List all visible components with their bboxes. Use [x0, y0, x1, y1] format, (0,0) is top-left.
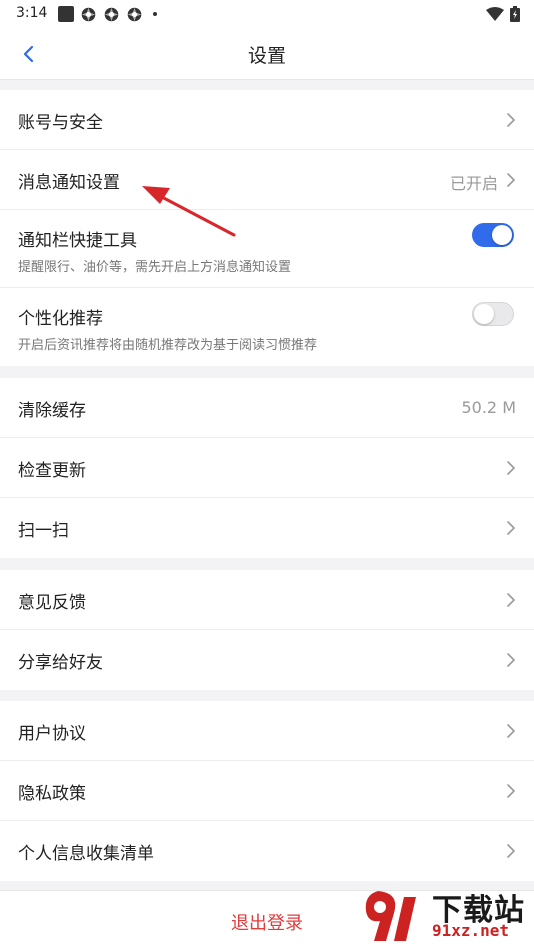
chevron-right-icon	[507, 461, 515, 475]
clear-cache-label: 清除缓存	[18, 401, 86, 421]
notification-settings-value: 已开启	[449, 174, 498, 193]
chevron-right-icon	[507, 521, 515, 535]
status-time: 3:14	[16, 5, 48, 21]
scan-row[interactable]: 扫一扫	[0, 498, 534, 558]
chevron-right-icon	[507, 113, 515, 127]
privacy-policy-label: 隐私政策	[18, 784, 86, 804]
scan-label: 扫一扫	[18, 521, 69, 541]
personal-info-label: 个人信息收集清单	[18, 844, 154, 864]
header: 设置	[0, 28, 534, 80]
page-title: 设置	[247, 45, 286, 67]
user-agreement-label: 用户协议	[18, 724, 86, 744]
check-update-row[interactable]: 检查更新	[0, 438, 534, 498]
check-update-label: 检查更新	[18, 461, 86, 481]
watermark-logo-icon	[365, 891, 416, 941]
cache-size-value: 50.2 M	[461, 398, 516, 417]
quick-tools-row: 通知栏快捷工具 提醒限行、油价等，需先开启上方消息通知设置	[0, 210, 534, 288]
personalized-subtitle: 开启后资讯推荐将由随机推荐改为基于阅读习惯推荐	[18, 338, 318, 353]
personalized-label: 个性化推荐	[18, 309, 103, 329]
app-notification-icon	[58, 6, 74, 22]
personal-info-row[interactable]: 个人信息收集清单	[0, 821, 534, 881]
user-agreement-row[interactable]: 用户协议	[0, 701, 534, 761]
chevron-right-icon	[507, 784, 515, 798]
gear-icon	[104, 7, 119, 21]
quick-tools-subtitle: 提醒限行、油价等，需先开启上方消息通知设置	[18, 260, 292, 275]
chevron-right-icon	[507, 593, 515, 607]
section-feedback: 意见反馈 分享给好友	[0, 570, 534, 690]
battery-icon	[510, 6, 520, 22]
section-account: 账号与安全 消息通知设置 已开启 通知栏快捷工具 提醒限行、油价等，需先开启上方…	[0, 90, 534, 366]
notification-icons	[58, 5, 157, 23]
watermark-domain: 91xz.net	[432, 921, 510, 940]
account-security-label: 账号与安全	[18, 113, 103, 133]
status-right	[486, 6, 520, 22]
chevron-right-icon	[507, 173, 515, 187]
status-bar: 3:14	[0, 0, 534, 28]
feedback-label: 意见反馈	[18, 593, 86, 613]
gear-icon	[81, 7, 96, 21]
toggle-knob	[492, 225, 512, 245]
share-label: 分享给好友	[18, 653, 103, 673]
share-row[interactable]: 分享给好友	[0, 630, 534, 690]
section-legal: 用户协议 隐私政策 个人信息收集清单	[0, 701, 534, 881]
notification-settings-label: 消息通知设置	[18, 173, 120, 193]
feedback-row[interactable]: 意见反馈	[0, 570, 534, 630]
section-tools: 清除缓存 50.2 M 检查更新 扫一扫	[0, 378, 534, 558]
toggle-knob	[474, 304, 494, 324]
more-notifications-icon	[153, 12, 157, 16]
personalized-toggle[interactable]	[472, 302, 514, 326]
watermark: 下载站 91xz.net	[360, 885, 530, 947]
quick-tools-toggle[interactable]	[472, 223, 514, 247]
wifi-icon	[486, 7, 504, 21]
chevron-right-icon	[507, 653, 515, 667]
notification-settings-row[interactable]: 消息通知设置 已开启	[0, 150, 534, 210]
clear-cache-row[interactable]: 清除缓存 50.2 M	[0, 378, 534, 438]
chevron-right-icon	[507, 724, 515, 738]
account-security-row[interactable]: 账号与安全	[0, 90, 534, 150]
quick-tools-label: 通知栏快捷工具	[18, 231, 137, 251]
chevron-right-icon	[507, 844, 515, 858]
privacy-policy-row[interactable]: 隐私政策	[0, 761, 534, 821]
gear-icon	[127, 7, 142, 21]
personalized-row: 个性化推荐 开启后资讯推荐将由随机推荐改为基于阅读习惯推荐	[0, 288, 534, 366]
